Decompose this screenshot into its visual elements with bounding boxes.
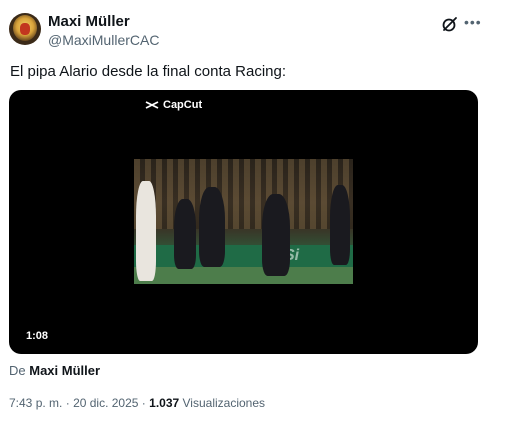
video-crowd bbox=[134, 159, 353, 229]
tweet-meta: 7:43 p. m. · 20 dic. 2025 · 1.037 Visual… bbox=[9, 396, 265, 410]
video-player-figure bbox=[199, 187, 225, 267]
grok-icon[interactable] bbox=[441, 15, 459, 33]
byline-prefix: De bbox=[9, 363, 26, 378]
more-icon[interactable]: ••• bbox=[464, 14, 482, 30]
page-background bbox=[494, 0, 512, 435]
video-ad-board bbox=[134, 245, 353, 267]
view-label: Visualizaciones bbox=[182, 396, 266, 410]
view-count: 1.037 bbox=[149, 396, 180, 410]
capcut-watermark: CapCut bbox=[145, 99, 202, 111]
video-attribution: De Maxi Müller bbox=[9, 363, 100, 378]
author-name[interactable]: Maxi Müller bbox=[48, 13, 130, 30]
byline-author-link[interactable]: Maxi Müller bbox=[29, 363, 100, 378]
tweet-time[interactable]: 7:43 p. m. bbox=[9, 396, 62, 410]
video-player[interactable]: CapCut Si 1:08 bbox=[9, 90, 478, 354]
video-duration: 1:08 bbox=[26, 330, 49, 342]
tweet-card: Maxi Müller @MaxiMullerCAC ••• El pipa A… bbox=[0, 0, 495, 435]
video-player-figure bbox=[262, 194, 290, 276]
video-frame: Si bbox=[134, 159, 353, 284]
author-handle[interactable]: @MaxiMullerCAC bbox=[48, 32, 159, 48]
video-player-figure bbox=[330, 185, 350, 265]
video-player-figure bbox=[136, 181, 156, 281]
capcut-logo-icon bbox=[145, 101, 159, 109]
avatar[interactable] bbox=[9, 13, 41, 45]
capcut-label: CapCut bbox=[163, 99, 203, 111]
meta-separator: · bbox=[65, 396, 70, 410]
avatar-figure bbox=[20, 23, 30, 35]
video-pitch bbox=[134, 267, 353, 284]
meta-separator: · bbox=[141, 396, 146, 410]
tweet-date[interactable]: 20 dic. 2025 bbox=[73, 396, 138, 410]
tweet-text: El pipa Alario desde la final conta Raci… bbox=[10, 63, 287, 80]
video-player-figure bbox=[174, 199, 196, 269]
